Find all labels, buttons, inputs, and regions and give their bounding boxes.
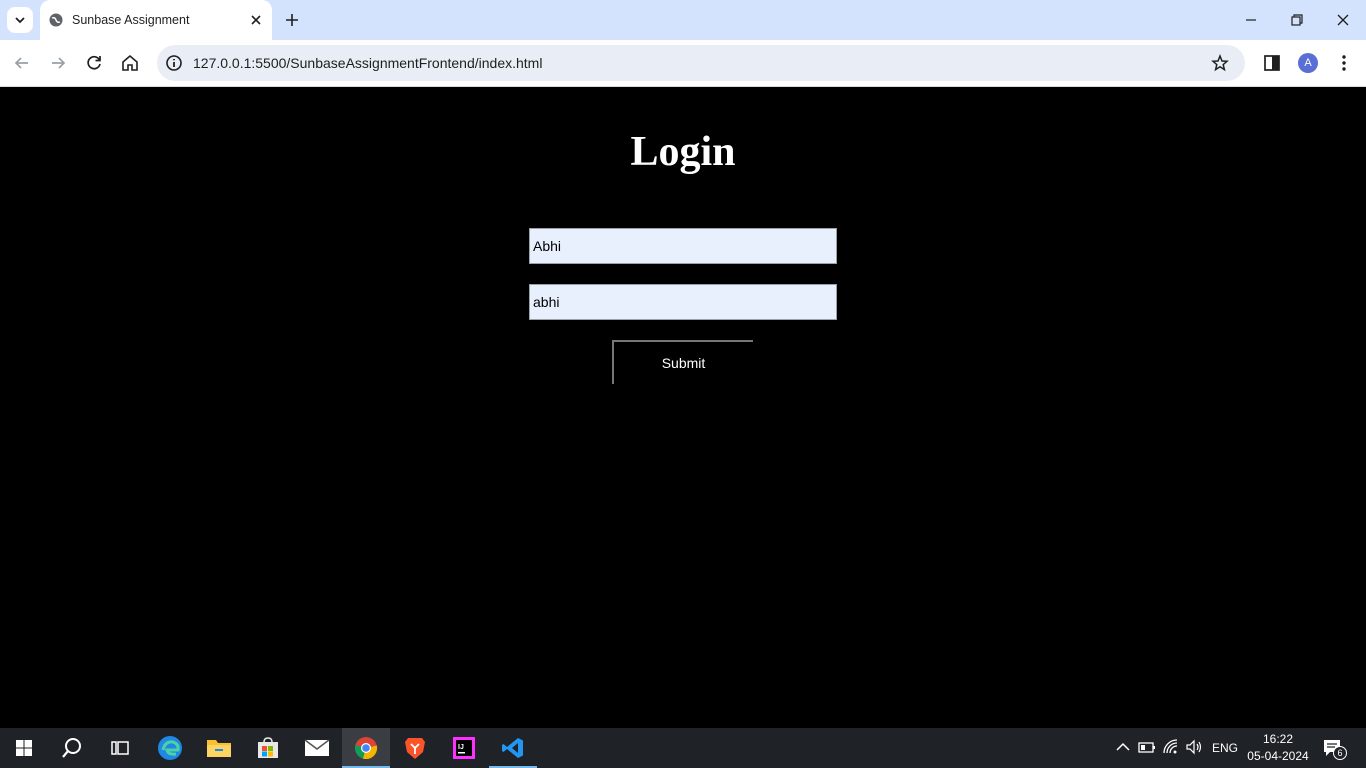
- address-bar[interactable]: 127.0.0.1:5500/SunbaseAssignmentFrontend…: [157, 45, 1245, 81]
- submit-button[interactable]: Submit: [612, 340, 753, 384]
- close-tab-icon[interactable]: [248, 12, 264, 28]
- edge-icon: [158, 736, 182, 760]
- url-text[interactable]: 127.0.0.1:5500/SunbaseAssignmentFrontend…: [193, 55, 542, 71]
- browser-tab[interactable]: Sunbase Assignment: [40, 0, 272, 40]
- mail-icon: [304, 739, 330, 756]
- wifi-icon[interactable]: [1162, 738, 1180, 756]
- notification-count-badge: 6: [1333, 746, 1347, 760]
- taskbar-app-edge[interactable]: [146, 728, 194, 768]
- language-indicator[interactable]: ENG: [1212, 741, 1238, 755]
- back-icon[interactable]: [11, 52, 33, 74]
- brave-icon: [405, 738, 425, 759]
- search-icon: [62, 738, 81, 758]
- globe-icon: [49, 13, 63, 27]
- username-input[interactable]: [529, 228, 837, 264]
- taskbar-app-chrome[interactable]: [342, 728, 390, 768]
- clock-date: 05-04-2024: [1247, 749, 1309, 763]
- profile-avatar[interactable]: A: [1298, 53, 1318, 73]
- folder-icon: [207, 740, 231, 757]
- vscode-icon: [502, 738, 523, 758]
- taskbar-search-button[interactable]: [48, 728, 96, 768]
- task-view-button[interactable]: [96, 728, 144, 768]
- browser-tabstrip: Sunbase Assignment: [0, 0, 1366, 40]
- side-panel-icon[interactable]: [1261, 52, 1283, 74]
- taskbar-app-store[interactable]: [244, 728, 292, 768]
- page-content: Login Submit: [0, 87, 1366, 728]
- restore-icon[interactable]: [1287, 10, 1307, 30]
- site-info-icon[interactable]: [165, 54, 183, 72]
- notification-center-button[interactable]: 6: [1322, 738, 1347, 760]
- clock[interactable]: 16:22 05-04-2024: [1244, 731, 1312, 765]
- chrome-icon: [355, 737, 378, 760]
- windows-logo-icon: [16, 740, 32, 756]
- home-icon[interactable]: [119, 52, 141, 74]
- svg-text:IJ: IJ: [458, 744, 464, 751]
- volume-icon[interactable]: [1185, 738, 1203, 756]
- taskbar-app-brave[interactable]: [391, 728, 439, 768]
- store-icon: [258, 737, 278, 758]
- password-input[interactable]: [529, 284, 837, 320]
- task-view-icon: [111, 741, 129, 755]
- clock-time: 16:22: [1262, 732, 1294, 746]
- tab-search-button[interactable]: [7, 7, 33, 33]
- taskbar-app-vscode[interactable]: [489, 728, 537, 768]
- taskbar-app-file-explorer[interactable]: [195, 728, 243, 768]
- bookmark-star-icon[interactable]: [1211, 54, 1229, 72]
- browser-toolbar: 127.0.0.1:5500/SunbaseAssignmentFrontend…: [0, 40, 1366, 87]
- taskbar-app-mail[interactable]: [293, 728, 341, 768]
- battery-icon[interactable]: [1138, 738, 1156, 756]
- taskbar-app-intellij[interactable]: IJ: [440, 728, 488, 768]
- kebab-menu-icon[interactable]: [1333, 52, 1355, 74]
- reload-icon[interactable]: [83, 52, 105, 74]
- close-window-icon[interactable]: [1333, 10, 1353, 30]
- chevron-down-icon: [15, 17, 25, 24]
- intellij-icon: IJ: [453, 737, 475, 759]
- forward-icon[interactable]: [47, 52, 69, 74]
- chevron-up-icon[interactable]: [1114, 738, 1132, 756]
- tab-title: Sunbase Assignment: [72, 13, 190, 27]
- page-title: Login: [630, 129, 736, 175]
- new-tab-icon[interactable]: [283, 11, 301, 29]
- minimize-icon[interactable]: [1241, 10, 1261, 30]
- taskbar: IJ ENG 16:22 05-04-2024 6: [0, 728, 1366, 768]
- start-button[interactable]: [0, 728, 48, 768]
